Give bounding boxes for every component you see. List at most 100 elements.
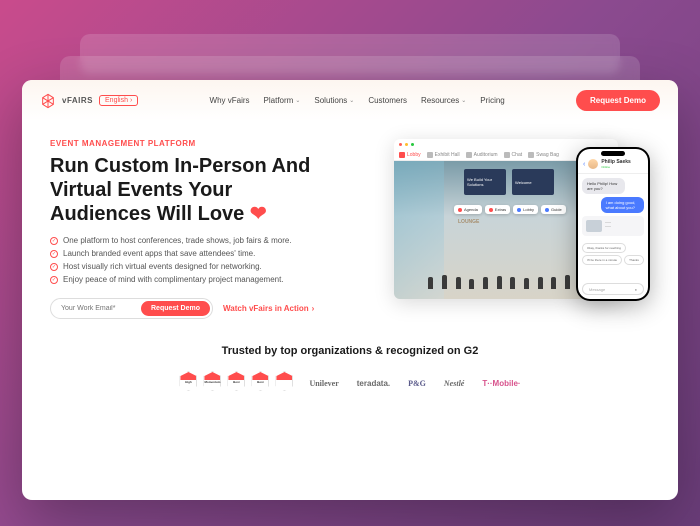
nav-pricing[interactable]: Pricing xyxy=(480,96,504,105)
chat-card[interactable]: ———— xyxy=(582,216,644,236)
chat-message-in: Hello Philip! How are you? xyxy=(582,178,625,194)
language-label: English xyxy=(105,97,128,104)
wall-panel: Welcome xyxy=(512,169,554,195)
home-icon xyxy=(399,152,405,158)
wall-panel: We Build Your Solutions xyxy=(464,169,506,195)
pill-lobby[interactable]: Lobby xyxy=(513,205,538,214)
dot-icon xyxy=(458,208,462,212)
mic-icon[interactable]: ● xyxy=(635,287,637,292)
dot-icon xyxy=(545,208,549,212)
tab-lobby[interactable]: Lobby xyxy=(399,152,421,158)
maximize-dot-icon xyxy=(411,143,414,146)
check-icon xyxy=(50,263,58,271)
nav-resources[interactable]: Resources⌄ xyxy=(421,96,466,105)
nav-customers[interactable]: Customers xyxy=(368,96,407,105)
bag-icon xyxy=(528,152,534,158)
pill-guide[interactable]: Guide xyxy=(541,205,566,214)
nav-why[interactable]: Why vFairs xyxy=(210,96,250,105)
pill-agenda[interactable]: Agenda xyxy=(454,205,482,214)
tab-exhibit[interactable]: Exhibit Hall xyxy=(427,152,460,158)
check-icon xyxy=(50,237,58,245)
primary-nav: Why vFairs Platform⌄ Solutions⌄ Customer… xyxy=(210,96,505,105)
chat-message-out: I am doing good, what about you? xyxy=(601,197,644,213)
dot-icon xyxy=(517,208,521,212)
lounge-sign: LOUNGE xyxy=(458,219,479,225)
status-badge: Online xyxy=(601,165,630,169)
phone-notch xyxy=(601,151,625,156)
watch-video-link[interactable]: Watch vFairs in Action › xyxy=(223,304,314,313)
email-submit-button[interactable]: Request Demo xyxy=(141,301,210,316)
g2-badges: High Momentum Best Best xyxy=(179,371,295,395)
back-icon[interactable]: ‹ xyxy=(583,161,585,168)
tab-swag[interactable]: Swag Bag xyxy=(528,152,559,158)
bullet-item: Enjoy peace of mind with complimentary p… xyxy=(50,275,378,284)
wall-panels: We Build Your Solutions Welcome xyxy=(464,169,554,195)
phone-mockup: ‹ Philip Saeks Online Hello Philip! How … xyxy=(576,147,650,301)
card-image-icon xyxy=(586,220,602,232)
quick-replies: Okay, thanks for reaching I'll be there … xyxy=(578,243,648,265)
g2-badge: Momentum xyxy=(203,371,223,395)
hero-content: EVENT MANAGEMENT PLATFORM Run Custom In-… xyxy=(50,139,378,319)
language-selector[interactable]: English › xyxy=(99,95,138,106)
hero-preview: Lobby Exhibit Hall Auditorium Chat Swag … xyxy=(394,139,650,319)
chevron-right-icon: › xyxy=(312,304,315,313)
dot-icon xyxy=(489,208,493,212)
chevron-down-icon: ⌄ xyxy=(349,97,354,104)
partner-logos: Unilever teradata. P&G Nestlé T··Mobile· xyxy=(309,379,520,388)
grid-icon xyxy=(427,152,433,158)
bullet-item: Launch branded event apps that save atte… xyxy=(50,249,378,258)
logo-area: vFAIRS English › xyxy=(40,93,138,109)
phone-screen: ‹ Philip Saeks Online Hello Philip! How … xyxy=(578,149,648,299)
close-dot-icon xyxy=(399,143,402,146)
email-input[interactable] xyxy=(61,305,141,312)
brand-name: vFAIRS xyxy=(62,96,93,105)
pill-extras[interactable]: Extras xyxy=(485,205,510,214)
request-demo-button[interactable]: Request Demo xyxy=(576,90,660,111)
g2-badge xyxy=(275,371,295,395)
partner-nestle: Nestlé xyxy=(444,379,464,388)
partner-unilever: Unilever xyxy=(309,379,338,388)
crowd-illustration xyxy=(424,239,588,289)
bullet-item: One platform to host conferences, trade … xyxy=(50,236,378,245)
heart-icon: ❤ xyxy=(250,203,267,225)
chevron-down-icon: ⌄ xyxy=(461,97,466,104)
bullet-item: Host visually rich virtual events design… xyxy=(50,262,378,271)
minimize-dot-icon xyxy=(405,143,408,146)
presentation-icon xyxy=(466,152,472,158)
chevron-down-icon: ⌄ xyxy=(295,97,300,104)
quick-reply[interactable]: Thanks xyxy=(624,255,644,265)
g2-badge: Best xyxy=(251,371,271,395)
trusted-section: Trusted by top organizations & recognize… xyxy=(22,333,678,403)
tab-auditorium[interactable]: Auditorium xyxy=(466,152,498,158)
quick-reply[interactable]: Okay, thanks for reaching xyxy=(582,243,626,253)
chevron-right-icon: › xyxy=(130,97,132,104)
eyebrow-text: EVENT MANAGEMENT PLATFORM xyxy=(50,139,378,148)
site-header: vFAIRS English › Why vFairs Platform⌄ So… xyxy=(22,80,678,121)
nav-solutions[interactable]: Solutions⌄ xyxy=(314,96,354,105)
badges-row: High Momentum Best Best Unilever teradat… xyxy=(22,371,678,395)
chat-input[interactable]: Message ● xyxy=(582,283,644,295)
trusted-title: Trusted by top organizations & recognize… xyxy=(22,345,678,357)
partner-teradata: teradata. xyxy=(357,379,390,388)
lobby-pills: Agenda Extras Lobby Guide xyxy=(454,205,566,214)
check-icon xyxy=(50,250,58,258)
card-text: ———— xyxy=(605,220,640,232)
cta-row: Request Demo Watch vFairs in Action › xyxy=(50,298,378,319)
check-icon xyxy=(50,276,58,284)
g2-badge: High xyxy=(179,371,199,395)
hero-section: EVENT MANAGEMENT PLATFORM Run Custom In-… xyxy=(22,121,678,333)
chat-thread: Hello Philip! How are you? I am doing go… xyxy=(578,174,648,243)
partner-pg: P&G xyxy=(408,379,426,388)
tab-chat[interactable]: Chat xyxy=(504,152,523,158)
chat-icon xyxy=(504,152,510,158)
partner-tmobile: T··Mobile· xyxy=(482,379,520,388)
feature-bullets: One platform to host conferences, trade … xyxy=(50,236,378,284)
nav-platform[interactable]: Platform⌄ xyxy=(264,96,301,105)
vfairs-logo-icon xyxy=(40,93,56,109)
main-window: vFAIRS English › Why vFairs Platform⌄ So… xyxy=(22,80,678,500)
g2-badge: Best xyxy=(227,371,247,395)
avatar xyxy=(588,159,598,169)
email-form: Request Demo xyxy=(50,298,213,319)
quick-reply[interactable]: I'll be there in a minute xyxy=(582,255,622,265)
headline: Run Custom In-Person And Virtual Events … xyxy=(50,154,378,226)
